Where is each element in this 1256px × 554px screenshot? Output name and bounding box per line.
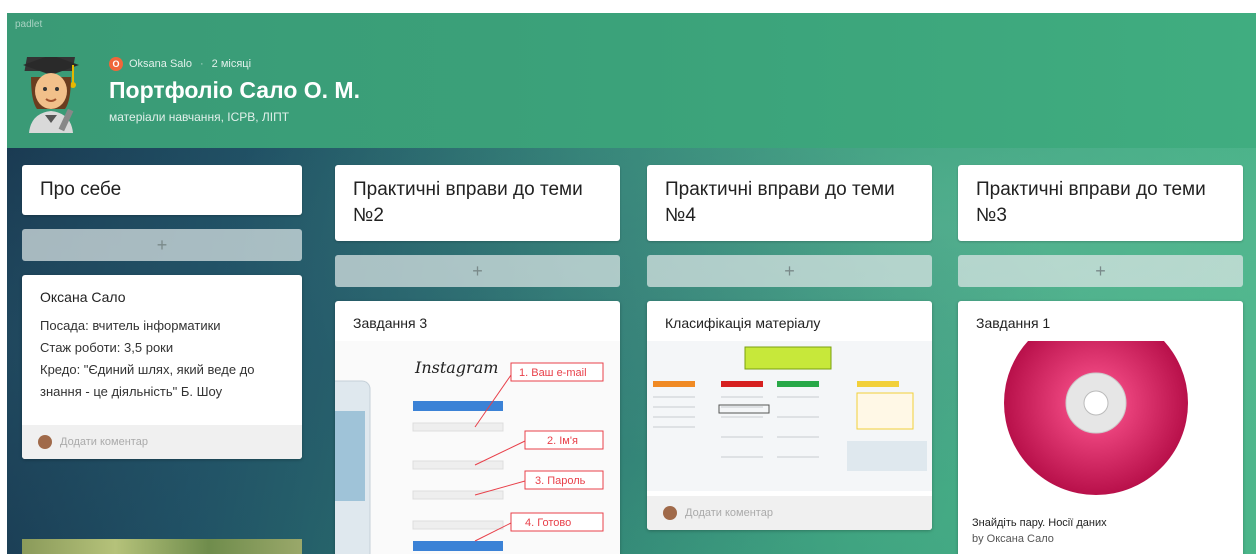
add-post-button[interactable]: + (22, 229, 302, 261)
board-subtitle: матеріали навчання, ІСРВ, ЛІПТ (109, 110, 290, 124)
author-name[interactable]: Oksana Salo (129, 58, 192, 70)
card-byline: by Оксана Сало (972, 533, 1054, 545)
column-title[interactable]: Практичні вправи до теми №4 (647, 165, 932, 241)
column-title[interactable]: Про себе (22, 165, 302, 215)
mindmap-image (647, 341, 932, 491)
card-title: Оксана Сало (40, 289, 126, 305)
card-caption-block: Знайдіть пару. Носії даних by Оксана Сал… (972, 515, 1107, 547)
column-title[interactable]: Практичні вправи до теми №3 (958, 165, 1243, 241)
card-body: Посада: вчитель інформатики Стаж роботи:… (22, 315, 302, 413)
card-line: Кредо: "Єдиний шлях, який веде до знання… (40, 362, 255, 399)
cd-disc-image (1004, 311, 1188, 495)
commenter-avatar-icon (663, 506, 677, 520)
board-title: Портфоліо Сало О. М. (109, 77, 360, 103)
board-header: padlet O Oksana Salo · 2 місяці Портфолі… (7, 13, 1256, 148)
card-line: Посада: вчитель інформатики (40, 318, 221, 333)
meta-separator: · (199, 58, 204, 70)
card-title: Класифікація матеріалу (665, 315, 821, 331)
post-card[interactable]: Оксана Сало Посада: вчитель інформатики … (22, 275, 302, 459)
add-post-button[interactable]: + (647, 255, 932, 287)
column-topic-3: Практичні вправи до теми №3 + Завдання 1… (958, 165, 1243, 554)
padlet-board: padlet O Oksana Salo · 2 місяці Портфолі… (7, 13, 1256, 554)
post-card[interactable]: Завдання 1 Знайдіть пару. Носії даних by… (958, 301, 1243, 554)
card-caption: Знайдіть пару. Носії даних (972, 517, 1107, 529)
comment-bar[interactable]: Додати коментар (22, 425, 302, 459)
brand-logo[interactable]: padlet (15, 19, 42, 30)
card-line: Стаж роботи: 3,5 роки (40, 340, 174, 355)
column-topic-4: Практичні вправи до теми №4 + Класифікац… (647, 165, 932, 530)
add-post-button[interactable]: + (958, 255, 1243, 287)
instagram-signup-image: Instagram 1. Ваш e-mail 2. Ім'я 3. Парол… (335, 341, 620, 554)
time-ago: 2 місяці (211, 58, 252, 70)
column-topic-2: Практичні вправи до теми №2 + Завдання 3… (335, 165, 620, 554)
card-title: Завдання 3 (353, 315, 428, 331)
comment-placeholder[interactable]: Додати коментар (60, 436, 148, 448)
post-card[interactable]: Класифікація матеріалу Додати коментар (647, 301, 932, 530)
user-avatar-icon[interactable]: O (109, 57, 123, 71)
step-label: 3. Пароль (535, 475, 586, 487)
step-label: 4. Готово (525, 517, 571, 529)
column-about: Про себе + Оксана Сало Посада: вчитель і… (22, 165, 302, 459)
step-label: 2. Ім'я (547, 435, 578, 447)
add-post-button[interactable]: + (335, 255, 620, 287)
photo-thumbnail[interactable] (22, 539, 302, 554)
step-label: 1. Ваш e-mail (519, 367, 587, 379)
commenter-avatar-icon (38, 435, 52, 449)
card-title: Завдання 1 (976, 315, 1051, 331)
teacher-avatar-icon (23, 57, 79, 133)
comment-placeholder[interactable]: Додати коментар (685, 507, 773, 519)
post-card[interactable]: Завдання 3 Instagram 1. Ваш e-mail 2. Ім… (335, 301, 620, 554)
comment-bar[interactable]: Додати коментар (647, 496, 932, 530)
post-meta: O Oksana Salo · 2 місяці (109, 57, 251, 71)
instagram-logo-text: Instagram (414, 358, 498, 377)
column-title[interactable]: Практичні вправи до теми №2 (335, 165, 620, 241)
